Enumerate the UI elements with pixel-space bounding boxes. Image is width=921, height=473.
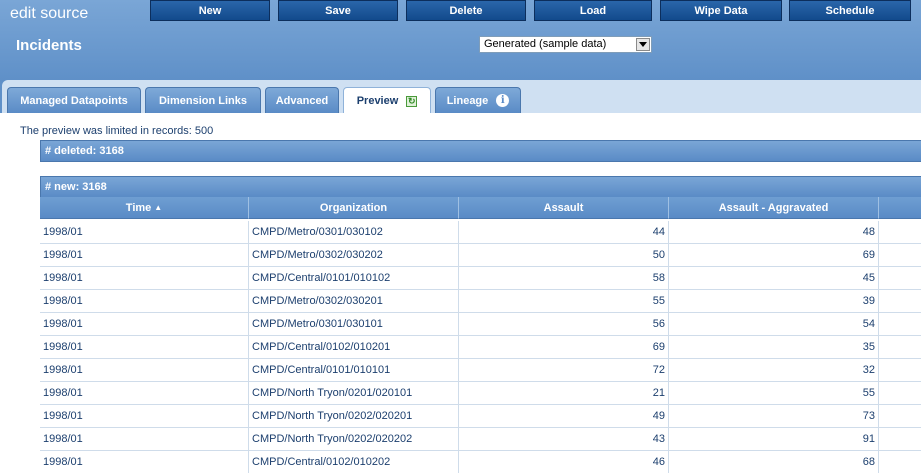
column-header-time[interactable]: Time ▲ [40,197,249,219]
column-header-label: Organization [319,201,388,214]
table-row[interactable]: 1998/01 CMPD/North Tryon/0201/020101 21 … [40,382,921,405]
cell-assault-aggravated: 48 [669,221,879,244]
cell-organization: CMPD/North Tryon/0201/020101 [249,382,459,405]
table-row[interactable]: 1998/01 CMPD/Metro/0301/030101 56 54 [40,313,921,336]
tab-managed-datapoints[interactable]: Managed Datapoints [7,87,141,113]
cell-assault-aggravated: 54 [669,313,879,336]
table-row[interactable]: 1998/01 CMPD/Metro/0302/030202 50 69 [40,244,921,267]
table-row[interactable]: 1998/01 CMPD/North Tryon/0202/020201 49 … [40,405,921,428]
cell-time: 1998/01 [40,336,249,359]
cell-assault-aggravated: 32 [669,359,879,382]
cell-organization: CMPD/Metro/0302/030201 [249,290,459,313]
column-header-assault-aggravated[interactable]: Assault - Aggravated [669,197,879,219]
sort-ascending-icon: ▲ [154,203,163,212]
cell-time: 1998/01 [40,428,249,451]
source-select[interactable]: Generated (sample data) [479,36,652,53]
app-title: edit source [10,5,89,22]
cell-time: 1998/01 [40,382,249,405]
new-button[interactable]: New [150,0,270,21]
deleted-group-header[interactable]: # deleted: 3168 [40,140,921,162]
tab-label: Lineage [446,94,489,107]
column-header-assault[interactable]: Assault [459,197,669,219]
cell-assault-aggravated: 39 [669,290,879,313]
cell-assault: 69 [459,336,669,359]
page-title: Incidents [16,37,82,54]
cell-assault: 55 [459,290,669,313]
cell-assault-aggravated: 45 [669,267,879,290]
source-select-value: Generated (sample data) [484,38,607,50]
column-header-organization[interactable]: Organization [249,197,459,219]
load-button[interactable]: Load [534,0,652,21]
cell-assault-aggravated: 69 [669,244,879,267]
preview-notice: The preview was limited in records: 500 [20,125,214,137]
cell-assault-aggravated: 68 [669,451,879,473]
cell-assault: 44 [459,221,669,244]
cell-assault: 49 [459,405,669,428]
tab-label: Preview [356,95,399,107]
cell-organization: CMPD/Central/0102/010201 [249,336,459,359]
column-header-label: Assault - Aggravated [718,201,829,214]
cell-organization: CMPD/Metro/0302/030202 [249,244,459,267]
cell-assault-aggravated: 55 [669,382,879,405]
cell-assault-aggravated: 73 [669,405,879,428]
cell-time: 1998/01 [40,221,249,244]
table-row[interactable]: 1998/01 CMPD/North Tryon/0202/020202 43 … [40,428,921,451]
cell-organization: CMPD/North Tryon/0202/020201 [249,405,459,428]
cell-assault: 46 [459,451,669,473]
cell-assault: 21 [459,382,669,405]
cell-assault-aggravated: 91 [669,428,879,451]
table-row[interactable]: 1998/01 CMPD/Metro/0302/030201 55 39 [40,290,921,313]
cell-time: 1998/01 [40,359,249,382]
table-row[interactable]: 1998/01 CMPD/Central/0102/010202 46 68 [40,451,921,473]
table-row[interactable]: 1998/01 CMPD/Central/0101/010102 58 45 [40,267,921,290]
cell-organization: CMPD/North Tryon/0202/020202 [249,428,459,451]
table-row[interactable]: 1998/01 CMPD/Metro/0301/030102 44 48 [40,221,921,244]
table-row[interactable]: 1998/01 CMPD/Central/0102/010201 69 35 [40,336,921,359]
cell-organization: CMPD/Central/0102/010202 [249,451,459,473]
cell-assault: 56 [459,313,669,336]
tab-label: Advanced [275,94,329,107]
cell-assault: 43 [459,428,669,451]
cell-time: 1998/01 [40,290,249,313]
cell-organization: CMPD/Metro/0301/030102 [249,221,459,244]
cell-time: 1998/01 [40,451,249,473]
tab-label: Managed Datapoints [20,94,128,107]
tab-lineage[interactable]: Lineage i [435,87,521,113]
info-icon[interactable]: i [496,94,510,107]
cell-time: 1998/01 [40,244,249,267]
new-group-header[interactable]: # new: 3168 [40,176,921,198]
cell-assault: 58 [459,267,669,290]
cell-time: 1998/01 [40,313,249,336]
refresh-icon[interactable]: ↻ [406,95,418,107]
cell-time: 1998/01 [40,267,249,290]
wipe-data-button[interactable]: Wipe Data [660,0,782,21]
table-row[interactable]: 1998/01 CMPD/Central/0101/010101 72 32 [40,359,921,382]
save-button[interactable]: Save [278,0,398,21]
schedule-button[interactable]: Schedule [789,0,911,21]
cell-assault: 50 [459,244,669,267]
chevron-down-icon[interactable] [636,38,650,51]
column-header-label: Assault [543,201,584,214]
column-header-more[interactable] [879,197,921,219]
cell-organization: CMPD/Central/0101/010101 [249,359,459,382]
cell-assault: 72 [459,359,669,382]
tab-preview[interactable]: Preview ↻ [343,87,431,114]
cell-assault-aggravated: 35 [669,336,879,359]
cell-time: 1998/01 [40,405,249,428]
tab-dimension-links[interactable]: Dimension Links [145,87,261,113]
cell-organization: CMPD/Metro/0301/030101 [249,313,459,336]
cell-organization: CMPD/Central/0101/010102 [249,267,459,290]
tab-advanced[interactable]: Advanced [265,87,339,113]
tab-label: Dimension Links [158,94,248,107]
delete-button[interactable]: Delete [406,0,526,21]
column-header-label: Time [125,201,152,214]
